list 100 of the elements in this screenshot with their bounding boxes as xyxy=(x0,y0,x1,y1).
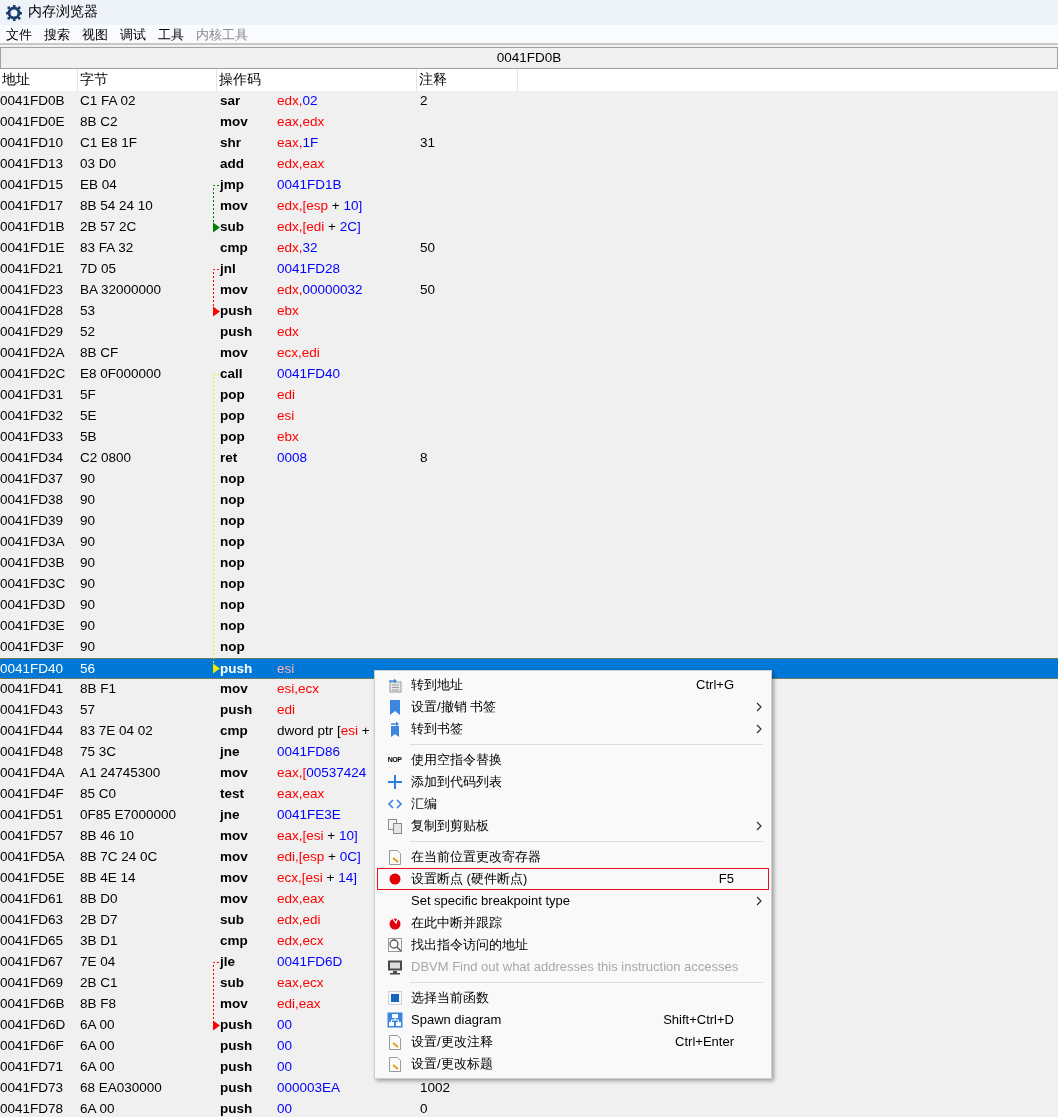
address-cell[interactable]: 0041FD10 xyxy=(0,133,78,154)
mnemonic-cell-text: nop xyxy=(219,596,246,615)
comment-cell-text: 50 xyxy=(419,239,437,258)
address-cell[interactable]: 0041FD2A xyxy=(0,343,78,364)
address-cell[interactable]: 0041FD63 xyxy=(0,910,78,931)
bytes-cell-text: 2B C1 xyxy=(79,974,119,993)
address-cell[interactable]: 0041FD3A xyxy=(0,532,78,553)
mnemonic-cell-text: mov xyxy=(219,113,249,132)
address-cell[interactable]: 0041FD29 xyxy=(0,322,78,343)
note-icon xyxy=(386,1056,403,1072)
bytes-cell-text: 8B D0 xyxy=(79,890,119,909)
menu-item[interactable]: 转到地址 Ctrl+G xyxy=(377,674,769,696)
address-cell[interactable]: 0041FD31 xyxy=(0,385,78,406)
address-cell[interactable]: 0041FD13 xyxy=(0,154,78,175)
menu-item[interactable]: 复制到剪贴板 xyxy=(377,815,769,837)
address-cell[interactable]: 0041FD28 xyxy=(0,301,78,322)
address-cell[interactable]: 0041FD61 xyxy=(0,889,78,910)
bytes-cell-text: A1 24745300 xyxy=(79,764,162,783)
address-cell[interactable]: 0041FD57 xyxy=(0,826,78,847)
bytes-cell-text: 6A 00 xyxy=(79,1100,116,1117)
operand-cell-text: edx xyxy=(276,323,299,342)
address-cell[interactable]: 0041FD17 xyxy=(0,196,78,217)
column-header[interactable]: 地址 xyxy=(0,69,78,91)
menu-item[interactable]: 在此中断并跟踪 xyxy=(377,912,769,934)
operand-cell-text: 00 xyxy=(276,1037,293,1056)
operand-cell-text: esi xyxy=(276,407,295,426)
address-cell[interactable]: 0041FD21 xyxy=(0,259,78,280)
operand-cell-text: eax,ecx xyxy=(276,974,324,993)
menubar-item[interactable]: 视图 xyxy=(76,25,114,43)
address-cell[interactable]: 0041FD5E xyxy=(0,868,78,889)
address-cell[interactable]: 0041FD32 xyxy=(0,406,78,427)
menu-item[interactable]: 汇编 xyxy=(377,793,769,815)
address-cell[interactable]: 0041FD69 xyxy=(0,973,78,994)
operand-cell-text: ebx xyxy=(276,302,299,321)
menu-item[interactable]: 转到书签 xyxy=(377,718,769,740)
mnemonic-cell-text: nop xyxy=(219,554,246,573)
menu-item[interactable]: 添加到代码列表 xyxy=(377,771,769,793)
bytes-cell-text: 2B D7 xyxy=(79,911,119,930)
mnemonic-cell-text: jmp xyxy=(218,176,245,195)
address-cell[interactable]: 0041FD65 xyxy=(0,931,78,952)
menu-item[interactable]: Spawn diagram Shift+Ctrl+D xyxy=(377,1009,769,1031)
column-header[interactable]: 字节 xyxy=(78,69,217,91)
address-cell[interactable]: 0041FD38 xyxy=(0,490,78,511)
menubar-item[interactable]: 工具 xyxy=(152,25,190,43)
mnemonic-cell-text: cmp xyxy=(219,722,249,741)
address-cell[interactable]: 0041FD40 xyxy=(0,659,78,680)
menu-item[interactable]: 在当前位置更改寄存器 xyxy=(377,846,769,868)
address-cell[interactable]: 0041FD71 xyxy=(0,1057,78,1078)
address-cell[interactable]: 0041FD6D xyxy=(0,1015,78,1036)
address-cell[interactable]: 0041FD44 xyxy=(0,721,78,742)
address-cell[interactable]: 0041FD0B xyxy=(0,91,78,112)
menu-item[interactable]: 找出指令访问的地址 xyxy=(377,934,769,956)
address-cell[interactable]: 0041FD39 xyxy=(0,511,78,532)
address-cell[interactable]: 0041FD34 xyxy=(0,448,78,469)
mnemonic-cell-text: nop xyxy=(219,491,246,510)
menu-item[interactable]: 选择当前函数 xyxy=(377,987,769,1009)
address-cell[interactable]: 0041FD3E xyxy=(0,616,78,637)
address-cell[interactable]: 0041FD0E xyxy=(0,112,78,133)
address-cell[interactable]: 0041FD3C xyxy=(0,574,78,595)
address-cell[interactable]: 0041FD4F xyxy=(0,784,78,805)
mnemonic-cell-text: push xyxy=(219,1079,254,1098)
address-cell[interactable]: 0041FD51 xyxy=(0,805,78,826)
mnemonic-cell-text: jne xyxy=(218,806,241,825)
address-cell[interactable]: 0041FD78 xyxy=(0,1099,78,1117)
menu-item[interactable]: 设置断点 (硬件断点) F5 xyxy=(377,868,769,890)
address-cell[interactable]: 0041FD67 xyxy=(0,952,78,973)
address-cell[interactable]: 0041FD23 xyxy=(0,280,78,301)
bytes-cell-text: 8B 46 10 xyxy=(79,827,136,846)
address-cell[interactable]: 0041FD6F xyxy=(0,1036,78,1057)
address-cell[interactable]: 0041FD3B xyxy=(0,553,78,574)
address-cell[interactable]: 0041FD33 xyxy=(0,427,78,448)
menu-item[interactable]: 设置/更改注释 Ctrl+Enter xyxy=(377,1031,769,1053)
address-cell[interactable]: 0041FD1B xyxy=(0,217,78,238)
operand-cell-text: edx,eax xyxy=(276,890,325,909)
column-header[interactable]: 注释 xyxy=(417,69,518,91)
address-cell[interactable]: 0041FD1E xyxy=(0,238,78,259)
operand-cell-text: 000003EA xyxy=(276,1079,341,1098)
address-cell[interactable]: 0041FD5A xyxy=(0,847,78,868)
address-cell[interactable]: 0041FD3D xyxy=(0,595,78,616)
address-cell[interactable]: 0041FD2C xyxy=(0,364,78,385)
address-cell[interactable]: 0041FD37 xyxy=(0,469,78,490)
operand-cell-text: edi,[esp + 0C] xyxy=(276,848,361,867)
menubar-item[interactable]: 文件 xyxy=(0,25,38,43)
address-cell[interactable]: 0041FD6B xyxy=(0,994,78,1015)
address-cell[interactable]: 0041FD41 xyxy=(0,679,78,700)
bytes-cell-text: 8B 4E 14 xyxy=(79,869,137,888)
address-cell[interactable]: 0041FD4A xyxy=(0,763,78,784)
menubar-item[interactable]: 搜索 xyxy=(38,25,76,43)
address-cell[interactable]: 0041FD73 xyxy=(0,1078,78,1099)
menu-item[interactable]: 设置/撤销 书签 xyxy=(377,696,769,718)
address-cell[interactable]: 0041FD3F xyxy=(0,637,78,658)
address-cell[interactable]: 0041FD43 xyxy=(0,700,78,721)
plus-icon xyxy=(386,774,403,790)
menu-item[interactable]: Set specific breakpoint type xyxy=(377,890,769,912)
menu-item[interactable]: 设置/更改标题 xyxy=(377,1053,769,1075)
address-cell[interactable]: 0041FD48 xyxy=(0,742,78,763)
address-cell[interactable]: 0041FD15 xyxy=(0,175,78,196)
menubar-item[interactable]: 调试 xyxy=(114,25,152,43)
mnemonic-cell-text: jne xyxy=(218,743,241,762)
column-header[interactable]: 操作码 xyxy=(217,69,417,91)
